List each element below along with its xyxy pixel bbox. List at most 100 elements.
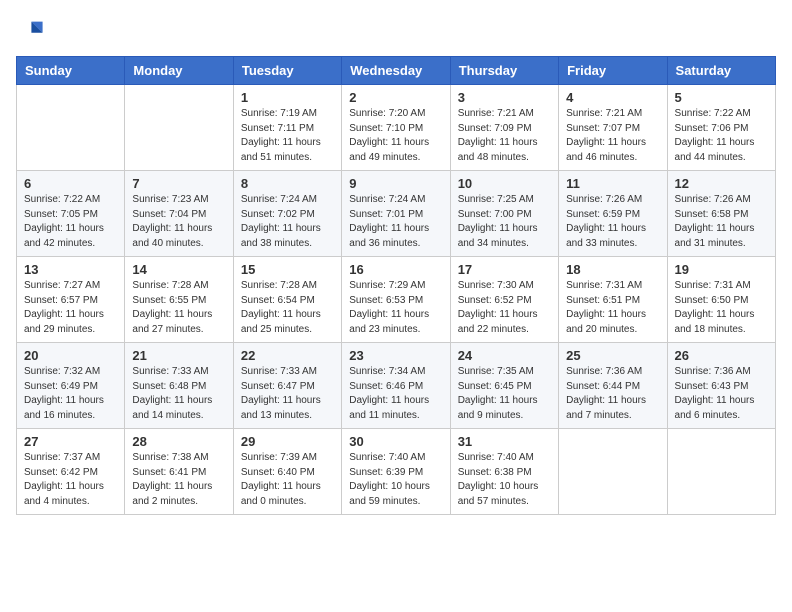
day-cell bbox=[667, 429, 775, 515]
day-cell: 12 Sunrise: 7:26 AMSunset: 6:58 PMDayligh… bbox=[667, 171, 775, 257]
day-info: Sunrise: 7:37 AMSunset: 6:42 PMDaylight:… bbox=[24, 451, 117, 509]
day-number: 8 bbox=[241, 176, 334, 191]
day-number: 7 bbox=[132, 176, 225, 191]
day-number: 23 bbox=[349, 348, 442, 363]
day-info: Sunrise: 7:26 AMSunset: 6:59 PMDaylight:… bbox=[566, 193, 659, 251]
day-cell: 26 Sunrise: 7:36 AMSunset: 6:43 PMDayligh… bbox=[667, 343, 775, 429]
day-cell: 15 Sunrise: 7:28 AMSunset: 6:54 PMDayligh… bbox=[233, 257, 341, 343]
week-row-1: 1Sunrise: 7:19 AMSunset: 7:11 PMDaylight… bbox=[17, 85, 776, 171]
day-info: Sunrise: 7:32 AMSunset: 6:49 PMDaylight:… bbox=[24, 365, 117, 423]
weekday-header-wednesday: Wednesday bbox=[342, 57, 450, 85]
day-cell: 5 Sunrise: 7:22 AMSunset: 7:06 PMDaylight… bbox=[667, 85, 775, 171]
day-number: 10 bbox=[458, 176, 551, 191]
day-cell: 27 Sunrise: 7:37 AMSunset: 6:42 PMDayligh… bbox=[17, 429, 125, 515]
day-cell: 28 Sunrise: 7:38 AMSunset: 6:41 PMDayligh… bbox=[125, 429, 233, 515]
day-number: 6 bbox=[24, 176, 117, 191]
day-info: Sunrise: 7:38 AMSunset: 6:41 PMDaylight:… bbox=[132, 451, 225, 509]
day-cell: 25 Sunrise: 7:36 AMSunset: 6:44 PMDayligh… bbox=[559, 343, 667, 429]
day-info: Sunrise: 7:22 AMSunset: 7:05 PMDaylight:… bbox=[24, 193, 117, 251]
day-info: Sunrise: 7:40 AMSunset: 6:39 PMDaylight:… bbox=[349, 451, 442, 509]
day-info: Sunrise: 7:39 AMSunset: 6:40 PMDaylight:… bbox=[241, 451, 334, 509]
day-cell: 24 Sunrise: 7:35 AMSunset: 6:45 PMDayligh… bbox=[450, 343, 558, 429]
day-cell: 17 Sunrise: 7:30 AMSunset: 6:52 PMDayligh… bbox=[450, 257, 558, 343]
day-cell: 1Sunrise: 7:19 AMSunset: 7:11 PMDaylight… bbox=[233, 85, 341, 171]
weekday-header-monday: Monday bbox=[125, 57, 233, 85]
day-number: 24 bbox=[458, 348, 551, 363]
day-info: Sunrise: 7:27 AMSunset: 6:57 PMDaylight:… bbox=[24, 279, 117, 337]
week-row-5: 27 Sunrise: 7:37 AMSunset: 6:42 PMDayligh… bbox=[17, 429, 776, 515]
day-cell: 16Sunrise: 7:29 AMSunset: 6:53 PMDayligh… bbox=[342, 257, 450, 343]
day-cell: 19 Sunrise: 7:31 AMSunset: 6:50 PMDayligh… bbox=[667, 257, 775, 343]
day-number: 19 bbox=[675, 262, 768, 277]
day-cell: 23 Sunrise: 7:34 AMSunset: 6:46 PMDayligh… bbox=[342, 343, 450, 429]
day-number: 22 bbox=[241, 348, 334, 363]
day-number: 15 bbox=[241, 262, 334, 277]
day-number: 31 bbox=[458, 434, 551, 449]
day-info: Sunrise: 7:24 AMSunset: 7:01 PMDaylight:… bbox=[349, 193, 442, 251]
day-cell: 4 Sunrise: 7:21 AMSunset: 7:07 PMDaylight… bbox=[559, 85, 667, 171]
day-number: 25 bbox=[566, 348, 659, 363]
day-number: 30 bbox=[349, 434, 442, 449]
day-number: 9 bbox=[349, 176, 442, 191]
day-info: Sunrise: 7:33 AMSunset: 6:47 PMDaylight:… bbox=[241, 365, 334, 423]
day-cell: 11 Sunrise: 7:26 AMSunset: 6:59 PMDayligh… bbox=[559, 171, 667, 257]
day-number: 20 bbox=[24, 348, 117, 363]
day-number: 18 bbox=[566, 262, 659, 277]
page-header bbox=[16, 16, 776, 44]
day-number: 26 bbox=[675, 348, 768, 363]
day-cell: 8 Sunrise: 7:24 AMSunset: 7:02 PMDaylight… bbox=[233, 171, 341, 257]
day-number: 12 bbox=[675, 176, 768, 191]
day-info: Sunrise: 7:21 AMSunset: 7:07 PMDaylight:… bbox=[566, 107, 659, 165]
day-number: 17 bbox=[458, 262, 551, 277]
day-cell: 13 Sunrise: 7:27 AMSunset: 6:57 PMDayligh… bbox=[17, 257, 125, 343]
week-row-2: 6 Sunrise: 7:22 AMSunset: 7:05 PMDaylight… bbox=[17, 171, 776, 257]
day-cell: 18 Sunrise: 7:31 AMSunset: 6:51 PMDayligh… bbox=[559, 257, 667, 343]
day-info: Sunrise: 7:36 AMSunset: 6:43 PMDaylight:… bbox=[675, 365, 768, 423]
day-number: 4 bbox=[566, 90, 659, 105]
day-cell: 30 Sunrise: 7:40 AMSunset: 6:39 PMDayligh… bbox=[342, 429, 450, 515]
day-number: 11 bbox=[566, 176, 659, 191]
day-cell: 31 Sunrise: 7:40 AMSunset: 6:38 PMDayligh… bbox=[450, 429, 558, 515]
day-number: 3 bbox=[458, 90, 551, 105]
day-number: 14 bbox=[132, 262, 225, 277]
day-info: Sunrise: 7:28 AMSunset: 6:54 PMDaylight:… bbox=[241, 279, 334, 337]
day-info: Sunrise: 7:21 AMSunset: 7:09 PMDaylight:… bbox=[458, 107, 551, 165]
day-cell: 22 Sunrise: 7:33 AMSunset: 6:47 PMDayligh… bbox=[233, 343, 341, 429]
day-info: Sunrise: 7:40 AMSunset: 6:38 PMDaylight:… bbox=[458, 451, 551, 509]
weekday-header-thursday: Thursday bbox=[450, 57, 558, 85]
calendar: SundayMondayTuesdayWednesdayThursdayFrid… bbox=[16, 56, 776, 515]
day-info: Sunrise: 7:28 AMSunset: 6:55 PMDaylight:… bbox=[132, 279, 225, 337]
day-info: Sunrise: 7:31 AMSunset: 6:50 PMDaylight:… bbox=[675, 279, 768, 337]
day-cell: 9 Sunrise: 7:24 AMSunset: 7:01 PMDaylight… bbox=[342, 171, 450, 257]
logo-icon bbox=[16, 16, 44, 44]
day-info: Sunrise: 7:22 AMSunset: 7:06 PMDaylight:… bbox=[675, 107, 768, 165]
day-info: Sunrise: 7:36 AMSunset: 6:44 PMDaylight:… bbox=[566, 365, 659, 423]
day-number: 29 bbox=[241, 434, 334, 449]
day-number: 28 bbox=[132, 434, 225, 449]
day-info: Sunrise: 7:20 AMSunset: 7:10 PMDaylight:… bbox=[349, 107, 442, 165]
week-row-3: 13 Sunrise: 7:27 AMSunset: 6:57 PMDayligh… bbox=[17, 257, 776, 343]
day-number: 27 bbox=[24, 434, 117, 449]
day-info: Sunrise: 7:24 AMSunset: 7:02 PMDaylight:… bbox=[241, 193, 334, 251]
day-cell: 20 Sunrise: 7:32 AMSunset: 6:49 PMDayligh… bbox=[17, 343, 125, 429]
day-cell: 29 Sunrise: 7:39 AMSunset: 6:40 PMDayligh… bbox=[233, 429, 341, 515]
day-cell bbox=[125, 85, 233, 171]
day-number: 21 bbox=[132, 348, 225, 363]
weekday-header-row: SundayMondayTuesdayWednesdayThursdayFrid… bbox=[17, 57, 776, 85]
day-info: Sunrise: 7:30 AMSunset: 6:52 PMDaylight:… bbox=[458, 279, 551, 337]
day-cell: 21Sunrise: 7:33 AMSunset: 6:48 PMDayligh… bbox=[125, 343, 233, 429]
day-cell: 6 Sunrise: 7:22 AMSunset: 7:05 PMDaylight… bbox=[17, 171, 125, 257]
day-cell bbox=[17, 85, 125, 171]
day-number: 13 bbox=[24, 262, 117, 277]
day-info: Sunrise: 7:35 AMSunset: 6:45 PMDaylight:… bbox=[458, 365, 551, 423]
day-cell: 3 Sunrise: 7:21 AMSunset: 7:09 PMDaylight… bbox=[450, 85, 558, 171]
day-number: 16 bbox=[349, 262, 442, 277]
day-info: Sunrise: 7:31 AMSunset: 6:51 PMDaylight:… bbox=[566, 279, 659, 337]
day-info: Sunrise: 7:26 AMSunset: 6:58 PMDaylight:… bbox=[675, 193, 768, 251]
weekday-header-saturday: Saturday bbox=[667, 57, 775, 85]
weekday-header-tuesday: Tuesday bbox=[233, 57, 341, 85]
day-info: Sunrise: 7:34 AMSunset: 6:46 PMDaylight:… bbox=[349, 365, 442, 423]
logo bbox=[16, 16, 48, 44]
day-number: 5 bbox=[675, 90, 768, 105]
day-info: Sunrise: 7:23 AMSunset: 7:04 PMDaylight:… bbox=[132, 193, 225, 251]
